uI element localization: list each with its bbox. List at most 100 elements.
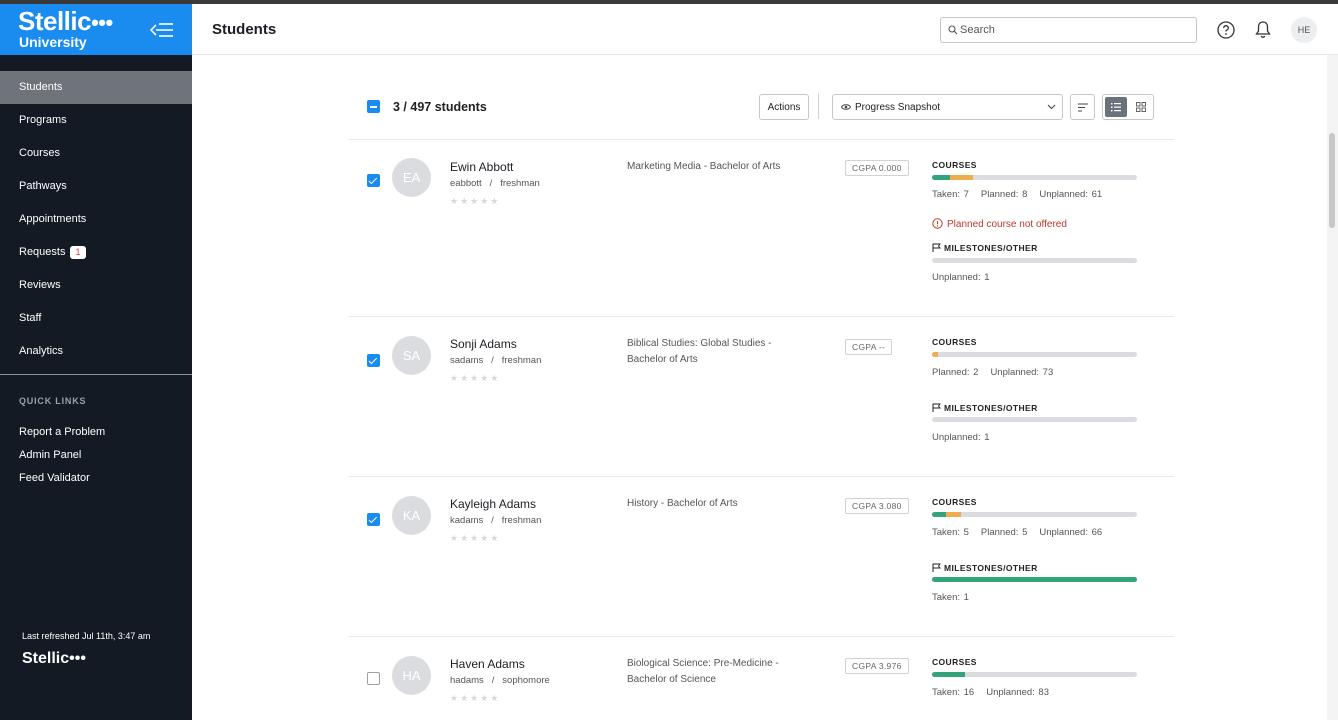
layout-toggle xyxy=(1102,94,1154,120)
actions-button[interactable]: Actions xyxy=(759,94,809,120)
milestones-stats: Taken: 1 xyxy=(932,592,981,603)
row-checkbox[interactable] xyxy=(367,672,380,685)
student-username: eabbott xyxy=(450,178,482,189)
notifications-bell-icon[interactable] xyxy=(1255,20,1271,39)
select-all-checkbox[interactable] xyxy=(367,100,380,113)
student-name[interactable]: Haven Adams xyxy=(450,657,525,671)
row-checkbox[interactable] xyxy=(367,354,380,367)
stat-planned: Planned: 8 xyxy=(980,189,1028,200)
view-mode-select[interactable]: Progress Snapshot xyxy=(832,94,1063,120)
student-row[interactable]: KA Kayleigh Adams kadams / freshman ★★★★… xyxy=(348,477,1174,637)
sidebar-item-appointments[interactable]: Appointments xyxy=(0,203,192,236)
selected-count: 3 / 497 students xyxy=(393,100,487,114)
sort-button[interactable] xyxy=(1070,94,1095,120)
sidebar-nav: Students Programs Courses Pathways Appoi… xyxy=(0,71,192,368)
stat-unplanned: Unplanned: 83 xyxy=(986,687,1050,698)
view-mode-label: Progress Snapshot xyxy=(855,102,941,113)
student-name[interactable]: Sonji Adams xyxy=(450,337,517,351)
requests-count-badge: 1 xyxy=(70,245,86,259)
brand-subtitle: University xyxy=(19,34,87,50)
footer-logo: Stellic••• xyxy=(22,650,86,667)
collapse-menu-icon[interactable] xyxy=(149,22,174,38)
courses-progress-bar xyxy=(932,672,1137,677)
stat-taken: Taken: 7 xyxy=(932,189,969,200)
student-meta: sadams / freshman xyxy=(450,355,542,366)
list-icon xyxy=(1111,103,1121,112)
milestones-label: MILESTONES/OTHER xyxy=(932,243,1038,253)
sidebar-item-label: Pathways xyxy=(19,180,67,192)
student-meta: hadams / sophomore xyxy=(450,675,550,686)
sidebar-item-courses[interactable]: Courses xyxy=(0,137,192,170)
student-username: hadams xyxy=(450,675,484,686)
sidebar-item-students[interactable]: Students xyxy=(0,71,192,104)
cgpa-badge: CGPA 3.080 xyxy=(845,498,909,514)
brand-header: Stellic••• University xyxy=(0,4,192,55)
courses-label: COURSES xyxy=(932,337,977,347)
stat-unplanned: Unplanned: 66 xyxy=(1039,527,1103,538)
scrollbar-thumb[interactable] xyxy=(1329,133,1335,228)
student-avatar: HA xyxy=(392,656,431,695)
scrollbar[interactable] xyxy=(1327,55,1338,720)
row-checkbox[interactable] xyxy=(367,513,380,526)
quick-link-admin-panel[interactable]: Admin Panel xyxy=(19,449,81,461)
student-avatar: SA xyxy=(392,336,431,375)
help-icon[interactable] xyxy=(1217,21,1235,39)
sort-icon xyxy=(1078,103,1088,112)
warning-message[interactable]: Planned course not offered xyxy=(932,218,1067,230)
student-row[interactable]: SA Sonji Adams sadams / freshman ★★★★★ B… xyxy=(348,317,1174,477)
list-view-button[interactable] xyxy=(1105,97,1127,117)
taken-segment xyxy=(932,175,951,180)
student-avatar: EA xyxy=(392,158,431,197)
milestones-label-text: MILESTONES/OTHER xyxy=(944,403,1038,413)
student-avatar: KA xyxy=(392,496,431,535)
sidebar-item-analytics[interactable]: Analytics xyxy=(0,335,192,368)
cgpa-badge: CGPA 3.976 xyxy=(845,658,909,674)
sidebar-item-label: Appointments xyxy=(19,213,87,225)
milestones-label-text: MILESTONES/OTHER xyxy=(944,243,1038,253)
student-name[interactable]: Kayleigh Adams xyxy=(450,497,536,511)
rating-stars: ★★★★★ xyxy=(450,533,501,543)
student-meta: kadams / freshman xyxy=(450,515,542,526)
student-year: freshman xyxy=(500,178,540,189)
cgpa-badge: CGPA 0.000 xyxy=(845,160,909,176)
sidebar-divider xyxy=(0,374,192,375)
courses-stats: Planned: 2 Unplanned: 73 xyxy=(932,367,1065,378)
milestones-label: MILESTONES/OTHER xyxy=(932,563,1038,573)
chevron-down-icon xyxy=(1047,104,1056,110)
sidebar-item-label: Students xyxy=(19,81,63,93)
student-row[interactable]: EA Ewin Abbott eabbott / freshman ★★★★★ … xyxy=(348,140,1174,317)
search-icon xyxy=(948,25,958,35)
courses-stats: Taken: 16 Unplanned: 83 xyxy=(932,687,1061,698)
student-name[interactable]: Ewin Abbott xyxy=(450,160,513,174)
sidebar-item-programs[interactable]: Programs xyxy=(0,104,192,137)
grid-view-button[interactable] xyxy=(1130,97,1152,117)
row-checkbox[interactable] xyxy=(367,174,380,187)
courses-stats: Taken: 5 Planned: 5 Unplanned: 66 xyxy=(932,527,1114,538)
sidebar-item-staff[interactable]: Staff xyxy=(0,302,192,335)
eye-icon xyxy=(841,104,851,110)
student-row[interactable]: HA Haven Adams hadams / sophomore ★★★★★ … xyxy=(348,637,1174,720)
search-box[interactable] xyxy=(940,17,1197,43)
sidebar-item-reviews[interactable]: Reviews xyxy=(0,269,192,302)
milestones-stats: Unplanned: 1 xyxy=(932,432,1002,443)
sidebar-item-requests[interactable]: Requests 1 xyxy=(0,236,192,269)
sidebar-item-label: Reviews xyxy=(19,279,61,291)
top-bar: Students HE xyxy=(192,4,1338,55)
courses-progress-bar xyxy=(932,175,1137,180)
student-program: History - Bachelor of Arts xyxy=(627,498,738,509)
student-meta: eabbott / freshman xyxy=(450,178,540,189)
quick-links-heading: QUICK LINKS xyxy=(19,396,87,406)
student-username: kadams xyxy=(450,515,484,526)
courses-label: COURSES xyxy=(932,160,977,170)
quick-link-report-problem[interactable]: Report a Problem xyxy=(19,426,105,438)
search-input[interactable] xyxy=(960,22,1188,38)
app-window: Stellic••• University Students Programs … xyxy=(0,4,1338,720)
stat-taken: Taken: 16 xyxy=(932,687,975,698)
user-avatar[interactable]: HE xyxy=(1291,17,1317,43)
stat-taken: Taken: 1 xyxy=(932,592,969,603)
quick-link-feed-validator[interactable]: Feed Validator xyxy=(19,472,90,484)
student-username: sadams xyxy=(450,355,484,366)
student-year: freshman xyxy=(501,515,542,526)
sidebar-item-pathways[interactable]: Pathways xyxy=(0,170,192,203)
planned-segment xyxy=(950,175,973,180)
